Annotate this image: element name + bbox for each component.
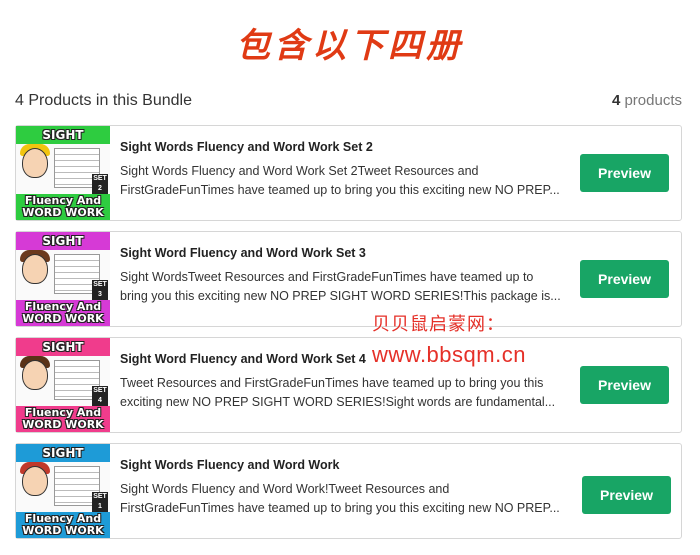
product-description-line1: Sight Words Fluency and Word Work!Tweet …	[120, 482, 450, 496]
thumb-set-tag: SET 2	[92, 174, 108, 194]
bundle-title: 4 Products in this Bundle	[15, 92, 192, 109]
product-description-line2: FirstGradeFunTimes have teamed up to bri…	[120, 501, 560, 515]
product-card: SIGHT WORDS SET 3 Fluency And WORD WORK …	[15, 231, 682, 327]
thumb-character-face	[22, 254, 48, 284]
bundle-count-label: products	[624, 92, 682, 109]
product-description: Tweet Resources and FirstGradeFunTimes h…	[120, 374, 564, 414]
thumb-top-label: SIGHT WORDS	[16, 338, 110, 372]
product-description-line2: FirstGradeFunTimes have teamed up to bri…	[120, 183, 560, 197]
product-title[interactable]: Sight Word Fluency and Word Work Set 3	[120, 246, 560, 260]
watermark-site-name: 贝贝鼠启蒙网：	[372, 314, 505, 335]
thumb-top-label: SIGHT WORDS	[16, 444, 110, 478]
preview-button[interactable]: Preview	[580, 366, 669, 404]
product-thumbnail[interactable]: SIGHT WORDS SET 1 Fluency And WORD WORK	[16, 444, 110, 538]
watermark: 贝贝鼠启蒙网： www.bbsqm.cn	[372, 310, 572, 368]
thumb-bottom-label: Fluency And WORD WORK	[16, 406, 110, 432]
product-description-line2: bring you this exciting new NO PREP SIGH…	[120, 289, 561, 303]
product-description: Sight Words Fluency and Word Work Set 2T…	[120, 162, 564, 202]
product-card: SIGHT WORDS SET 4 Fluency And WORD WORK …	[15, 337, 682, 433]
product-title[interactable]: Sight Words Fluency and Word Work	[120, 458, 560, 472]
thumb-bottom-line2: WORD WORK	[22, 418, 104, 431]
thumb-bottom-line2: WORD WORK	[22, 312, 104, 325]
thumb-set-tag: SET 3	[92, 280, 108, 300]
banner-title: 包含以下四册	[236, 26, 464, 66]
product-title[interactable]: Sight Words Fluency and Word Work Set 2	[120, 140, 560, 154]
watermark-url: www.bbsqm.cn	[372, 342, 526, 367]
thumb-top-label: SIGHT WORDS	[16, 232, 110, 266]
product-thumbnail[interactable]: SIGHT WORDS SET 3 Fluency And WORD WORK	[16, 232, 110, 326]
product-description: Sight WordsTweet Resources and FirstGrad…	[120, 268, 564, 308]
product-description-line2: exciting new NO PREP SIGHT WORD SERIES!S…	[120, 395, 556, 409]
thumb-top-label: SIGHT WORDS	[16, 126, 110, 160]
product-description-line1: Sight WordsTweet Resources and FirstGrad…	[120, 270, 534, 284]
thumb-set-tag: SET 1	[92, 492, 108, 512]
thumb-set-tag: SET 4	[92, 386, 108, 406]
product-description-line1: Sight Words Fluency and Word Work Set 2T…	[120, 164, 479, 178]
product-thumbnail[interactable]: SIGHT WORDS SET 4 Fluency And WORD WORK	[16, 338, 110, 432]
product-card: SIGHT WORDS SET 1 Fluency And WORD WORK …	[15, 443, 682, 539]
thumb-bottom-line2: WORD WORK	[22, 524, 104, 537]
product-card: SIGHT WORDS SET 2 Fluency And WORD WORK …	[15, 125, 682, 221]
thumb-bottom-label: Fluency And WORD WORK	[16, 512, 110, 538]
thumb-character-face	[22, 148, 48, 178]
thumb-bottom-label: Fluency And WORD WORK	[16, 194, 110, 220]
preview-button[interactable]: Preview	[582, 476, 671, 514]
bundle-product-count: 4 products	[612, 92, 682, 109]
product-description: Sight Words Fluency and Word Work!Tweet …	[120, 480, 564, 520]
thumb-character-face	[22, 466, 48, 496]
thumb-bottom-line2: WORD WORK	[22, 206, 104, 219]
bundle-header: 4 Products in this Bundle 4 products	[15, 92, 682, 112]
preview-button[interactable]: Preview	[580, 154, 669, 192]
bundle-count-number: 4	[611, 92, 621, 109]
product-description-line1: Tweet Resources and FirstGradeFunTimes h…	[120, 376, 544, 390]
thumb-bottom-label: Fluency And WORD WORK	[16, 300, 110, 326]
product-thumbnail[interactable]: SIGHT WORDS SET 2 Fluency And WORD WORK	[16, 126, 110, 220]
thumb-character-face	[22, 360, 48, 390]
preview-button[interactable]: Preview	[580, 260, 669, 298]
